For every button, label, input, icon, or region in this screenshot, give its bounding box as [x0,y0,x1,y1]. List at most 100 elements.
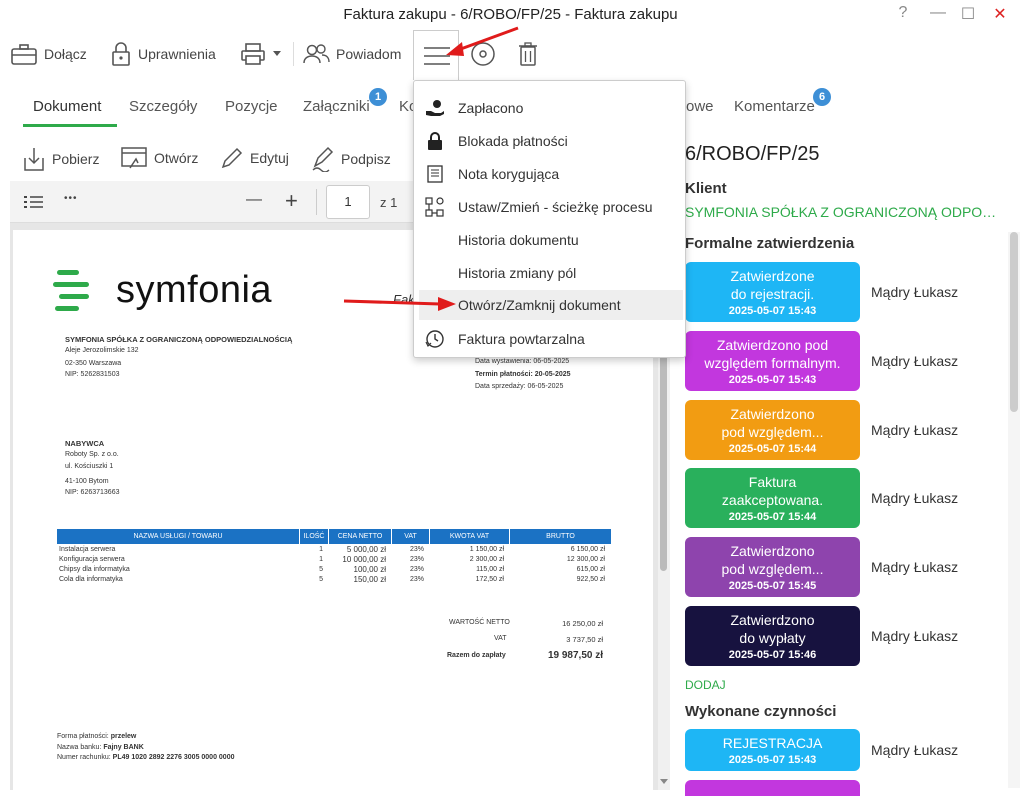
toolbar-divider [293,42,294,66]
approval-status-card[interactable]: Zatwierdzone do rejestracji. 2025-05-07 15… [685,262,860,322]
approval-status-line: zaakceptowana. [721,492,824,508]
permissions-label: Uprawnienia [138,46,216,62]
sign-label: Podpisz [341,151,391,167]
close-button[interactable]: ✕ [990,4,1010,24]
activity-user-name: Mądry Łukasz [871,742,959,758]
column-header: VAT [392,529,430,544]
bank-row: Nazwa banku: Fajny BANK [57,744,144,751]
tab-szczegoly[interactable]: Szczegóły [129,98,197,115]
approval-status-card[interactable]: Zatwierdzono pod względem... 2025-05-07 15… [685,400,860,460]
approval-date: 2025-05-07 15:46 [728,649,817,661]
invoice-items-table: NAZWA USŁUGI / TOWARU ILOŚĆ CENA NETTO V… [57,529,611,584]
buyer-street: ul. Kościuszki 1 [65,463,114,470]
notify-button[interactable]: Powiadom [302,39,401,69]
table-cell: 150,00 zł [353,574,386,584]
approver-name: Mądry Łukasz [871,284,959,300]
list-icon[interactable] [24,195,44,209]
print-button[interactable] [240,39,288,69]
column-header: ILOŚĆ [300,529,329,544]
more-menu-button[interactable] [413,30,459,80]
payment-form-value: przelew [110,733,137,740]
right-panel-scrollbar-thumb[interactable] [1010,232,1018,412]
open-button[interactable]: Otwórz [120,146,198,170]
activity-card[interactable]: REJESTRACJA 2025-05-07 15:43 [685,729,860,771]
delete-button[interactable] [517,39,545,69]
approver-name: Mądry Łukasz [871,628,959,644]
menu-item-open-close-document[interactable]: Otwórz/Zamknij dokument [419,290,683,320]
attachments-count-badge: 1 [369,88,387,106]
right-panel-scrollbar[interactable] [1008,232,1020,788]
table-cell: 23% [409,575,424,583]
payment-form-row: Forma płatności: przelew [57,733,136,740]
download-button[interactable]: Pobierz [22,146,99,172]
attach-button[interactable]: Dołącz [10,39,87,69]
approval-status-card[interactable]: Zatwierdzono pod względem formalnym. 2025-… [685,331,860,391]
menu-item-field-history[interactable]: Historia zmiany pól [414,258,685,288]
menu-item-label: Nota korygująca [458,166,560,182]
more-options-icon[interactable]: ••• [64,193,78,204]
menu-item-label: Faktura powtarzalna [458,331,585,347]
approval-status-card[interactable]: Faktura zaakceptowana. 2025-05-07 15:44 [685,468,860,528]
printer-icon [241,43,265,65]
client-name-link[interactable]: SYMFONIA SPÓŁKA Z OGRANICZONĄ ODPOWIEDZI… [685,204,1005,220]
menu-item-paid[interactable]: Zapłacono [414,93,685,123]
tab-partial-owe[interactable]: owe [686,98,714,115]
scroll-down-icon[interactable] [659,778,669,786]
viewer-divider [316,189,317,215]
seller-street: Aleje Jerozolimskie 132 [65,347,139,354]
edit-label: Edytuj [250,150,289,166]
menu-item-document-history[interactable]: Historia dokumentu [414,225,685,255]
seller-nip: NIP: 5262831503 [65,371,120,378]
add-approval-button[interactable]: DODAJ [685,678,726,692]
menu-item-credit-note[interactable]: Nota korygująca [414,159,685,189]
refresh-button[interactable] [470,39,502,69]
approval-status-line: względem formalnym. [704,355,841,371]
page-count: z 1 [380,195,398,210]
approval-status-line: Zatwierdzone [730,268,815,284]
zoom-out-button[interactable]: — [246,191,262,209]
tab-pozycje[interactable]: Pozycje [225,98,278,115]
table-cell: 5 000,00 zł [346,544,386,554]
attach-label: Dołącz [44,46,87,62]
menu-item-process-path[interactable]: Ustaw/Zmień - ścieżkę procesu [414,192,685,222]
approval-date: 2025-05-07 15:44 [728,443,817,455]
bank-label: Nazwa banku: [57,744,102,751]
main-toolbar: Dołącz Uprawnienia Powiadom [0,34,1021,74]
menu-item-label: Historia zmiany pól [458,265,577,281]
approval-status-line: pod względem... [721,561,824,577]
approver-name: Mądry Łukasz [871,559,959,575]
page-number-input[interactable]: 1 [326,185,370,219]
menu-item-recurring-invoice[interactable]: Faktura powtarzalna [414,324,685,354]
sale-date: Data sprzedaży: 06-05-2025 [475,383,564,390]
edit-button[interactable]: Edytuj [220,146,289,170]
help-button[interactable]: ? [893,4,913,22]
approval-date: 2025-05-07 15:44 [728,511,817,523]
account-value: PL49 1020 2892 2276 3005 0000 0000 [112,754,235,761]
approval-date: 2025-05-07 15:43 [728,305,817,317]
approval-status-card[interactable]: Zatwierdzono do wypłaty 2025-05-07 15:46 [685,606,860,666]
total-value: 19 987,50 zł [547,650,603,661]
lock-icon [112,42,130,66]
table-cell: 100,00 zł [353,564,386,574]
hand-coin-icon [424,99,446,117]
table-cell: Konfiguracja serwera [59,555,125,563]
next-activity-card [685,780,860,796]
menu-item-payment-block[interactable]: Blokada płatności [414,126,685,156]
permissions-button[interactable]: Uprawnienia [110,39,216,69]
table-cell: 172,50 zł [475,575,504,583]
tab-zalaczniki[interactable]: Załączniki [303,98,370,115]
table-cell: 115,00 zł [476,565,504,573]
table-cell: Cola dla informatyka [59,575,123,583]
minimize-button[interactable]: — [928,4,948,22]
chevron-down-icon [273,51,281,56]
download-icon [24,148,44,171]
tab-komentarze[interactable]: Komentarze [734,98,815,115]
table-row: Cola dla informatyka 5 150,00 zł 23% 172,50 … [57,574,611,584]
payment-form-label: Forma płatności: [57,733,109,740]
menu-item-label: Zapłacono [458,100,524,116]
zoom-in-button[interactable]: + [285,188,298,214]
approval-status-card[interactable]: Zatwierdzono pod względem... 2025-05-07 15… [685,537,860,597]
maximize-button[interactable]: ☐ [958,4,978,24]
tab-dokument[interactable]: Dokument [33,98,101,115]
sign-button[interactable]: Podpisz [311,146,391,172]
